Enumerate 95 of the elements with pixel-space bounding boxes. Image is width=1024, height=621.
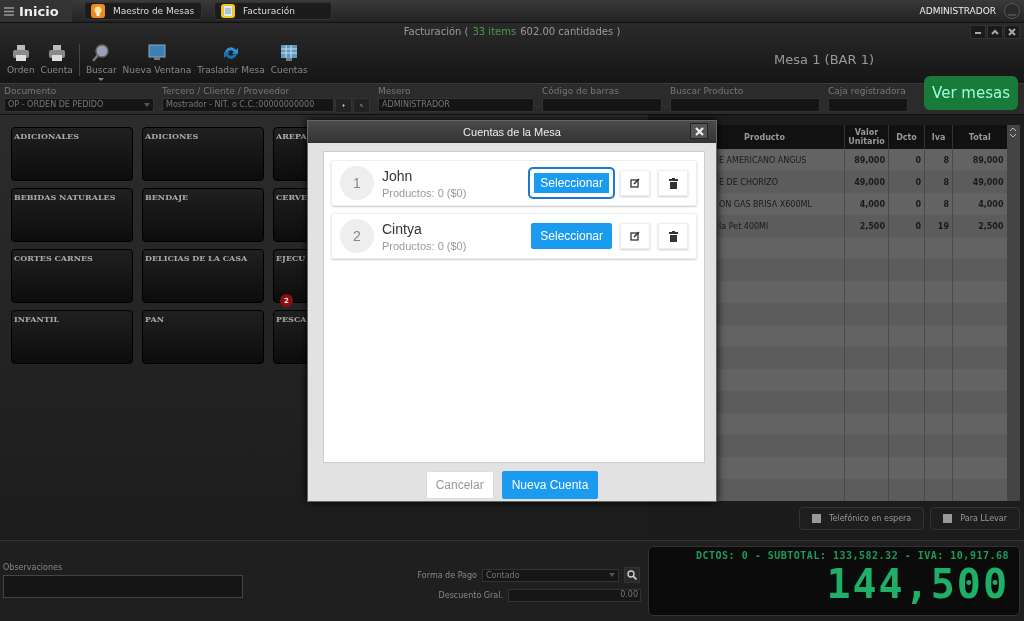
table-cell: 8: [924, 193, 953, 216]
printer-icon[interactable]: [11, 44, 30, 62]
account-name: John: [382, 167, 414, 184]
input-field[interactable]: [542, 97, 662, 112]
table-cell: 89,000: [844, 149, 889, 172]
edit-button[interactable]: [620, 223, 650, 249]
field-label: Caja registradora: [828, 85, 907, 96]
trash-icon: [668, 177, 678, 189]
app-tab[interactable]: Facturación: [214, 2, 332, 20]
field-label: Descuento Gral.: [438, 591, 503, 601]
category-tile[interactable]: ADICIONES: [142, 127, 264, 182]
app-tab[interactable]: Maestro de Mesas: [84, 2, 202, 20]
field-label: Tercero / Cliente / Proveedor: [162, 85, 291, 96]
search-icon[interactable]: [92, 44, 111, 62]
close-button[interactable]: [690, 123, 708, 139]
option-checkbox[interactable]: Telefónico en espera: [799, 507, 925, 531]
toolbar-button[interactable]: Cuenta: [37, 44, 76, 75]
notepad-icon[interactable]: [221, 4, 235, 18]
items-count: 33 items: [472, 26, 517, 39]
select-field[interactable]: OP - ORDEN DE PEDIDO: [4, 97, 154, 112]
close-icon: [694, 126, 704, 136]
category-tile[interactable]: BEBIDAS NATURALES: [11, 188, 133, 243]
column-header: Dcto: [888, 125, 925, 150]
trash-icon: [668, 230, 678, 242]
menu-icon[interactable]: [4, 6, 14, 16]
search-icon: [627, 570, 637, 581]
cancel-button[interactable]: Cancelar: [425, 471, 494, 499]
table-cell: 8: [924, 149, 953, 172]
spreadsheet-icon[interactable]: [280, 44, 299, 62]
input-field[interactable]: 0.00: [508, 589, 641, 603]
input-field[interactable]: [670, 97, 820, 112]
edit-icon: [630, 231, 640, 241]
caret-icon: [609, 573, 615, 578]
category-tile[interactable]: ADICIONALES: [11, 127, 133, 182]
refresh-icon[interactable]: [221, 44, 240, 62]
column-header: Iva: [924, 125, 953, 150]
delete-button[interactable]: [658, 223, 688, 249]
input-field[interactable]: [828, 97, 908, 112]
account-name: Cintya: [382, 220, 423, 237]
field-label: Documento: [4, 85, 58, 96]
select-field[interactable]: Contado: [482, 568, 619, 582]
table-cell: 4,000: [844, 193, 889, 216]
category-tile[interactable]: BENDAJE: [142, 188, 264, 243]
user-name: ADMINISTRADOR: [919, 6, 996, 16]
maximize-icon[interactable]: [987, 25, 1003, 39]
minimize-icon[interactable]: [970, 25, 986, 39]
table-name: Mesa 1 (BAR 1): [774, 51, 874, 67]
lightbulb-icon[interactable]: [91, 4, 105, 18]
edit-button[interactable]: [620, 170, 650, 196]
input-field[interactable]: Mostrador - NIT. o C.C.:00000000000: [162, 97, 334, 112]
close-icon[interactable]: [1004, 25, 1020, 39]
category-tile[interactable]: DELICIAS DE LA CASA: [142, 249, 264, 304]
search-button[interactable]: [624, 567, 640, 584]
new-account-button[interactable]: Nueva Cuenta: [501, 471, 599, 499]
notes-field[interactable]: [3, 575, 243, 599]
monitor-icon[interactable]: [147, 44, 166, 62]
account-products: Productos: 0 ($0): [382, 186, 468, 199]
toolbar-button[interactable]: Nueva Ventana: [119, 44, 195, 75]
table-cell: 0: [888, 149, 925, 172]
category-tile[interactable]: INFANTIL: [11, 310, 133, 365]
account-products: Productos: 0 ($0): [382, 239, 468, 252]
field-label: Mesero: [378, 85, 412, 96]
table-cell: 0: [888, 193, 925, 216]
field-label: Observaciones: [3, 563, 64, 573]
delete-button[interactable]: [658, 170, 688, 196]
account-number: 1: [340, 166, 374, 200]
field-label: Buscar Producto: [670, 85, 745, 96]
select-button[interactable]: Seleccionar: [531, 170, 612, 196]
edit-icon: [630, 178, 640, 188]
table-cell: 89,000: [952, 149, 1007, 172]
column-header: Total: [952, 125, 1007, 150]
total-amount: 144,500: [826, 561, 1009, 608]
dialog-title: Cuentas de la Mesa: [463, 126, 561, 138]
quantities-count: 602.00 cantidades ): [520, 26, 621, 39]
caret-icon: [144, 102, 150, 107]
toolbar-button[interactable]: Orden: [4, 44, 38, 75]
scroll-up-icon[interactable]: [1009, 127, 1018, 133]
table-cell: 4,000: [952, 193, 1007, 216]
toolbar-button[interactable]: Buscar: [82, 44, 120, 81]
view-tables-button[interactable]: Ver mesas: [924, 75, 1018, 110]
account-number: 2: [340, 219, 374, 253]
printer-icon[interactable]: [47, 44, 66, 62]
column-header: Valor Unitario: [844, 125, 889, 150]
toolbar-button[interactable]: Cuentas: [267, 44, 311, 75]
totals-summary: DCTOS: 0 - SUBTOTAL: 133,582.32 - IVA: 10,917.68: [696, 550, 1009, 562]
category-tile[interactable]: PAN: [142, 310, 264, 365]
window-title: Facturación (: [403, 26, 469, 39]
select-button[interactable]: Seleccionar: [531, 223, 612, 249]
field-label: Código de barras: [542, 85, 620, 96]
option-checkbox[interactable]: Para LLevar: [930, 507, 1020, 531]
toolbar-button[interactable]: Trasladar Mesa: [194, 44, 268, 75]
category-tile[interactable]: CORTES CARNES: [11, 249, 133, 304]
input-field[interactable]: ADMINISTRADOR: [378, 97, 534, 112]
field-label: Forma de Pago: [417, 570, 477, 580]
scroll-down-icon[interactable]: [1009, 133, 1018, 139]
